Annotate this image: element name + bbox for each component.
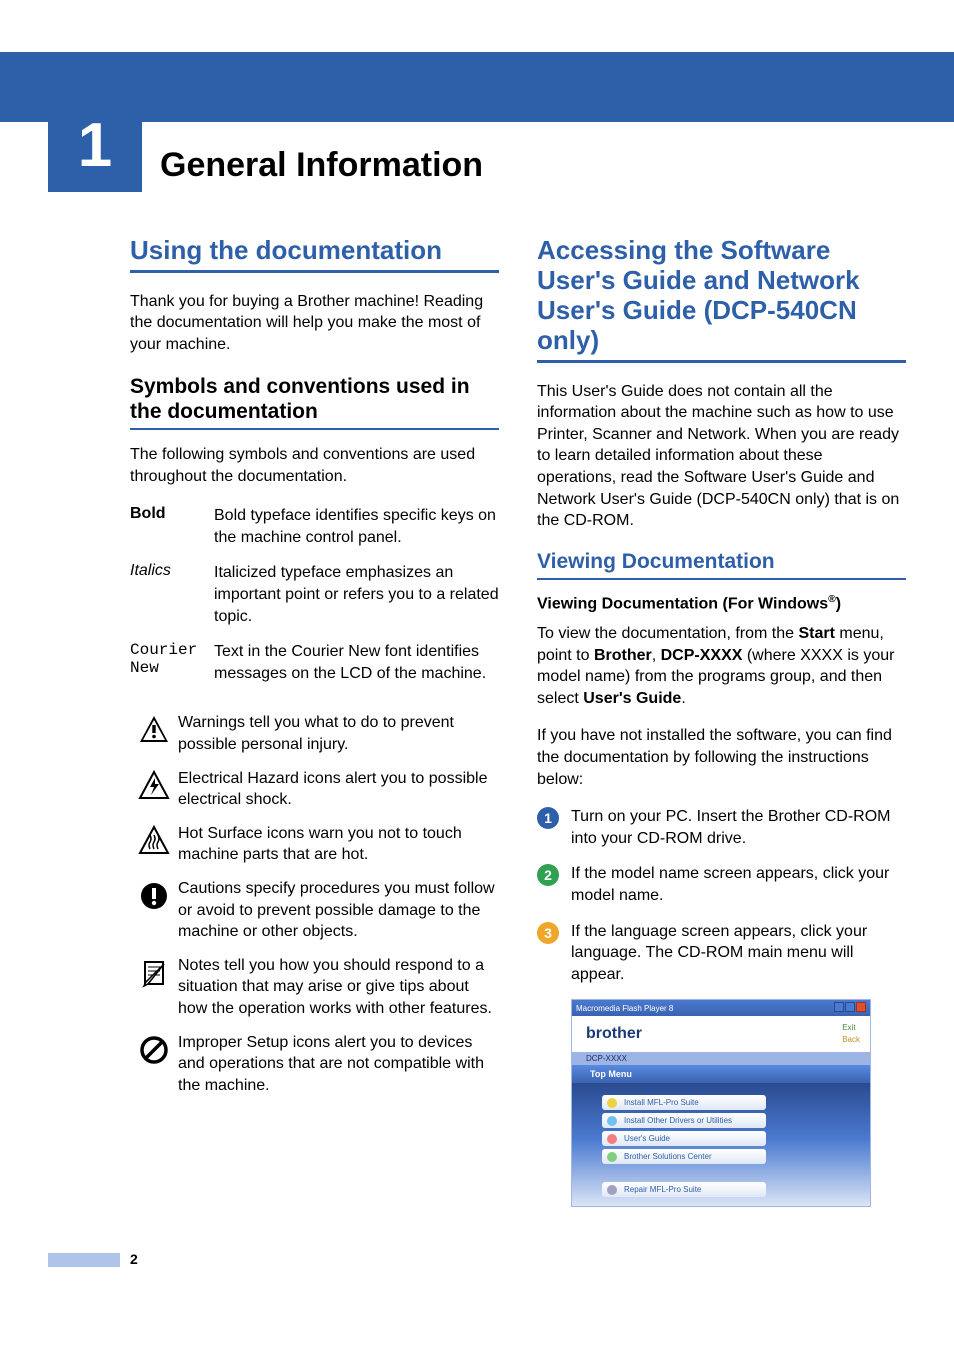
screenshot-body: Install MFL-Pro Suite Install Other Driv… xyxy=(572,1083,870,1207)
top-margin xyxy=(0,0,954,52)
accessing-intro: This User's Guide does not contain all t… xyxy=(537,381,906,532)
screenshot-title: Macromedia Flash Player 8 xyxy=(576,1004,673,1013)
blue-banner xyxy=(0,52,954,122)
icon-desc: Improper Setup icons alert you to device… xyxy=(178,1032,499,1097)
chapter-number: 1 xyxy=(78,110,112,181)
convention-term: Bold xyxy=(130,505,214,548)
screenshot-titlebar: Macromedia Flash Player 8 xyxy=(572,1000,870,1016)
maximize-icon xyxy=(845,1002,855,1012)
ss-menu-repair: Repair MFL-Pro Suite xyxy=(602,1182,766,1197)
hot-surface-icon xyxy=(130,823,178,857)
caution-icon xyxy=(130,878,178,912)
step-bullet-3: 3 xyxy=(537,922,559,944)
step-desc: Turn on your PC. Insert the Brother CD-R… xyxy=(571,806,906,849)
screenshot-model-label: DCP-XXXX xyxy=(572,1052,870,1065)
exit-button: Exit xyxy=(842,1022,860,1035)
icon-desc: Electrical Hazard icons alert you to pos… xyxy=(178,768,499,811)
viewing-documentation-heading: Viewing Documentation xyxy=(537,550,906,580)
convention-desc: Text in the Courier New font identifies … xyxy=(214,641,499,684)
ss-menu-users-guide: User's Guide xyxy=(602,1131,766,1146)
icon-legend-row: Improper Setup icons alert you to device… xyxy=(130,1032,499,1097)
icon-legend-row: Warnings tell you what to do to prevent … xyxy=(130,712,499,755)
page-content: Using the documentation Thank you for bu… xyxy=(0,236,954,1207)
brother-logo: brother xyxy=(586,1025,642,1043)
registered-symbol: ® xyxy=(828,594,836,605)
convention-row: Courier New Text in the Courier New font… xyxy=(130,641,499,684)
icon-legend-list: Warnings tell you what to do to prevent … xyxy=(130,712,499,1096)
icon-desc: Notes tell you how you should respond to… xyxy=(178,955,499,1020)
exit-back-buttons: Exit Back xyxy=(842,1022,860,1048)
dcp-keyword: DCP-XXXX xyxy=(661,647,743,664)
chapter-header: 1 General Information xyxy=(48,144,954,192)
ss-menu-install-mfl: Install MFL-Pro Suite xyxy=(602,1095,766,1110)
bottom-spacer xyxy=(0,1207,954,1307)
h4-suffix: ) xyxy=(836,595,841,612)
screenshot-topmenu: Top Menu xyxy=(572,1065,870,1083)
h4-prefix: Viewing Documentation (For Windows xyxy=(537,595,828,612)
back-button: Back xyxy=(842,1034,860,1047)
ss-menu-solutions-center: Brother Solutions Center xyxy=(602,1149,766,1164)
screenshot-header: brother Exit Back xyxy=(572,1016,870,1052)
p2-seg: , xyxy=(652,647,661,664)
icon-desc: Hot Surface icons warn you not to touch … xyxy=(178,823,499,866)
step-bullet-1: 1 xyxy=(537,807,559,829)
convention-row: Italics Italicized typeface emphasizes a… xyxy=(130,562,499,627)
users-guide-keyword: User's Guide xyxy=(583,690,681,707)
viewing-documentation-windows-heading: Viewing Documentation (For Windows®) xyxy=(537,594,906,613)
view-doc-instructions: To view the documentation, from the Star… xyxy=(537,623,906,709)
step-bullet-2: 2 xyxy=(537,864,559,886)
step-row: 1 Turn on your PC. Insert the Brother CD… xyxy=(537,806,906,849)
convention-term: Courier New xyxy=(130,641,214,684)
brother-keyword: Brother xyxy=(594,647,652,664)
convention-row: Bold Bold typeface identifies specific k… xyxy=(130,505,499,548)
not-installed-note: If you have not installed the software, … xyxy=(537,725,906,790)
icon-legend-row: Hot Surface icons warn you not to touch … xyxy=(130,823,499,866)
p2-seg: To view the documentation, from the xyxy=(537,625,798,642)
minimize-icon xyxy=(834,1002,844,1012)
icon-legend-row: Notes tell you how you should respond to… xyxy=(130,955,499,1020)
symbols-conventions-heading: Symbols and conventions used in the docu… xyxy=(130,374,499,430)
step-desc: If the model name screen appears, click … xyxy=(571,863,906,906)
page-number: 2 xyxy=(130,1251,138,1267)
convention-desc: Bold typeface identifies specific keys o… xyxy=(214,505,499,548)
improper-setup-icon xyxy=(130,1032,178,1066)
step-desc: If the language screen appears, click yo… xyxy=(571,921,906,986)
start-keyword: Start xyxy=(798,625,834,642)
chapter-number-box: 1 xyxy=(48,98,142,192)
step-row: 2 If the model name screen appears, clic… xyxy=(537,863,906,906)
note-icon xyxy=(130,955,178,989)
cdrom-menu-screenshot: Macromedia Flash Player 8 brother Exit B… xyxy=(571,999,871,1207)
icon-desc: Cautions specify procedures you must fol… xyxy=(178,878,499,943)
icon-desc: Warnings tell you what to do to prevent … xyxy=(178,712,499,755)
convention-term: Italics xyxy=(130,562,214,627)
icon-legend-row: Cautions specify procedures you must fol… xyxy=(130,878,499,943)
intro-paragraph: Thank you for buying a Brother machine! … xyxy=(130,291,499,356)
left-column: Using the documentation Thank you for bu… xyxy=(130,236,499,1207)
close-icon xyxy=(856,1002,866,1012)
ss-menu-install-other: Install Other Drivers or Utilities xyxy=(602,1113,766,1128)
right-column: Accessing the Software User's Guide and … xyxy=(537,236,906,1207)
using-documentation-heading: Using the documentation xyxy=(130,236,499,273)
accessing-guides-heading: Accessing the Software User's Guide and … xyxy=(537,236,906,363)
window-buttons xyxy=(833,1002,866,1014)
step-row: 3 If the language screen appears, click … xyxy=(537,921,906,986)
electrical-hazard-icon xyxy=(130,768,178,802)
convention-desc: Italicized typeface emphasizes an import… xyxy=(214,562,499,627)
warning-icon xyxy=(130,712,178,746)
icon-legend-row: Electrical Hazard icons alert you to pos… xyxy=(130,768,499,811)
step-list: 1 Turn on your PC. Insert the Brother CD… xyxy=(537,806,906,985)
conventions-intro: The following symbols and conventions ar… xyxy=(130,444,499,487)
conventions-table: Bold Bold typeface identifies specific k… xyxy=(130,505,499,684)
chapter-title: General Information xyxy=(160,146,483,185)
p2-seg: . xyxy=(681,690,685,707)
page-number-bar xyxy=(48,1253,120,1267)
